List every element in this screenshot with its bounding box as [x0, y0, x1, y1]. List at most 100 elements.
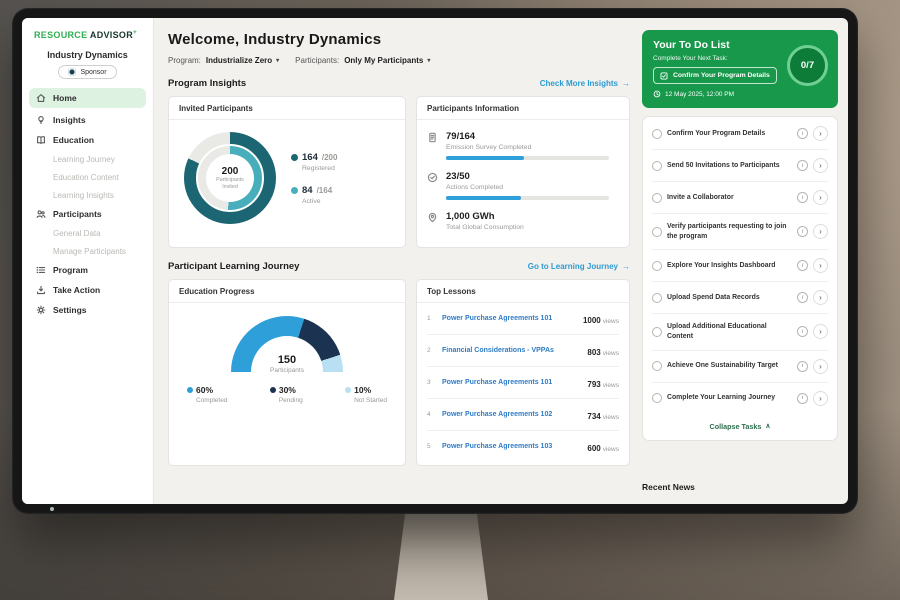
info-icon[interactable]: i [797, 226, 808, 237]
legend-dot-not-started [345, 387, 351, 393]
info-row-actions: 23/50 Actions Completed [427, 171, 619, 200]
chevron-right-icon[interactable]: › [813, 324, 828, 339]
sidebar-item-participants[interactable]: Participants [22, 204, 153, 224]
sidebar-item-home[interactable]: Home [29, 88, 146, 108]
task-checkbox[interactable] [652, 261, 662, 271]
task-row: Verify participants requesting to join t… [652, 214, 828, 250]
info-icon[interactable]: i [797, 192, 808, 203]
info-icon[interactable]: i [797, 292, 808, 303]
info-card-title: Participants Information [417, 104, 629, 120]
task-checkbox[interactable] [652, 293, 662, 303]
program-insights-header: Program Insights Check More Insights → [168, 78, 630, 89]
legend-label: Not Started [354, 397, 387, 404]
task-checkbox[interactable] [652, 129, 662, 139]
gauge-center-label: Participants [231, 367, 343, 374]
invited-legend: 164 /200 Registered 84 /164 [291, 152, 337, 205]
legend-suffix: /200 [322, 153, 338, 162]
lesson-title-link[interactable]: Financial Considerations - VPPAs [442, 347, 581, 354]
program-filter-dropdown[interactable]: Industrialize Zero ▾ [206, 56, 279, 65]
lesson-row: 3 Power Purchase Agreements 101 793views [427, 367, 619, 399]
info-icon[interactable]: i [797, 361, 808, 372]
task-label: Explore Your Insights Dashboard [667, 261, 792, 271]
arrow-right-icon: → [622, 79, 630, 88]
recent-news-title: Recent News [642, 472, 838, 494]
participants-filter-dropdown[interactable]: Only My Participants ▾ [344, 56, 430, 65]
lesson-title-link[interactable]: Power Purchase Agreements 102 [442, 411, 581, 418]
lesson-views-label: views [603, 382, 619, 389]
task-row: Upload Spend Data Records i › [652, 282, 828, 314]
chevron-right-icon[interactable]: › [813, 391, 828, 406]
lesson-row: 2 Financial Considerations - VPPAs 803vi… [427, 335, 619, 367]
logo-resource: RESOURCE [34, 30, 87, 40]
gauge-center: 150 Participants [231, 355, 343, 374]
lesson-views: 1000 [583, 316, 601, 325]
chevron-down-icon: ▾ [276, 57, 279, 64]
sidebar-item-education-content[interactable]: Education Content [22, 168, 153, 186]
info-icon[interactable]: i [797, 260, 808, 271]
collapse-tasks-button[interactable]: Collapse Tasks ∧ [652, 414, 828, 440]
lesson-title-link[interactable]: Power Purchase Agreements 101 [442, 315, 577, 322]
info-icon[interactable]: i [797, 128, 808, 139]
org-name: Industry Dynamics [22, 50, 153, 60]
lesson-views: 793 [587, 380, 600, 389]
sidebar-item-general-data[interactable]: General Data [22, 224, 153, 242]
lesson-views: 600 [587, 444, 600, 453]
legend-active: 84 /164 Active [291, 185, 337, 205]
dashboard-screen: RESOURCE ADVISOR+ Industry Dynamics Spon… [22, 18, 848, 504]
chevron-right-icon[interactable]: › [813, 158, 828, 173]
nav-label: Program [53, 265, 88, 275]
page-title: Welcome, Industry Dynamics [168, 31, 630, 48]
chevron-right-icon[interactable]: › [813, 258, 828, 273]
info-icon[interactable]: i [797, 326, 808, 337]
sidebar-item-education[interactable]: Education [22, 130, 153, 150]
people-icon [36, 209, 46, 219]
chevron-right-icon[interactable]: › [813, 224, 828, 239]
check-more-insights-link[interactable]: Check More Insights → [540, 79, 630, 88]
legend-pct: 30% [279, 385, 296, 395]
chevron-right-icon[interactable]: › [813, 290, 828, 305]
gear-icon [36, 305, 46, 315]
info-row-consumption: 1,000 GWh Total Global Consumption [427, 211, 619, 231]
arrow-right-icon: → [622, 262, 630, 271]
task-label: Send 50 Invitations to Participants [667, 161, 792, 171]
task-checkbox[interactable] [652, 193, 662, 203]
sidebar-item-learning-journey[interactable]: Learning Journey [22, 150, 153, 168]
checkbox-icon [660, 72, 668, 80]
task-checkbox[interactable] [652, 227, 662, 237]
app-logo: RESOURCE ADVISOR+ [22, 29, 153, 40]
lesson-title-link[interactable]: Power Purchase Agreements 103 [442, 443, 581, 450]
sidebar-item-settings[interactable]: Settings [22, 300, 153, 320]
task-checkbox[interactable] [652, 327, 662, 337]
chevron-right-icon[interactable]: › [813, 359, 828, 374]
sidebar-item-take-action[interactable]: Take Action [22, 280, 153, 300]
task-checkbox[interactable] [652, 393, 662, 403]
next-task-label: Confirm Your Program Details [673, 72, 770, 79]
logo-advisor: ADVISOR [90, 30, 133, 40]
chevron-right-icon[interactable]: › [813, 126, 828, 141]
info-value: 1,000 GWh [446, 211, 619, 222]
task-checkbox[interactable] [652, 361, 662, 371]
nav-label: Take Action [53, 285, 100, 295]
info-icon[interactable]: i [797, 160, 808, 171]
chevron-right-icon[interactable]: › [813, 190, 828, 205]
go-to-learning-journey-link[interactable]: Go to Learning Journey → [528, 262, 630, 271]
chevron-up-icon: ∧ [765, 422, 770, 430]
task-row: Invite a Collaborator i › [652, 182, 828, 214]
chevron-down-icon: ▾ [427, 57, 430, 64]
list-icon [36, 265, 46, 275]
nav-label: Settings [53, 305, 87, 315]
sidebar-item-learning-insights[interactable]: Learning Insights [22, 186, 153, 204]
sidebar-item-insights[interactable]: Insights [22, 110, 153, 130]
next-task-chip[interactable]: Confirm Your Program Details [653, 67, 777, 84]
sidebar-item-manage-participants[interactable]: Manage Participants [22, 242, 153, 260]
sidebar: RESOURCE ADVISOR+ Industry Dynamics Spon… [22, 18, 154, 504]
learning-journey-title: Participant Learning Journey [168, 261, 299, 272]
program-filter-value: Industrialize Zero [206, 56, 272, 65]
lesson-title-link[interactable]: Power Purchase Agreements 101 [442, 379, 581, 386]
info-label: Total Global Consumption [446, 224, 619, 231]
task-checkbox[interactable] [652, 161, 662, 171]
link-label: Go to Learning Journey [528, 262, 618, 271]
sidebar-item-program[interactable]: Program [22, 260, 153, 280]
info-icon[interactable]: i [797, 393, 808, 404]
lessons-card-title: Top Lessons [417, 287, 629, 303]
